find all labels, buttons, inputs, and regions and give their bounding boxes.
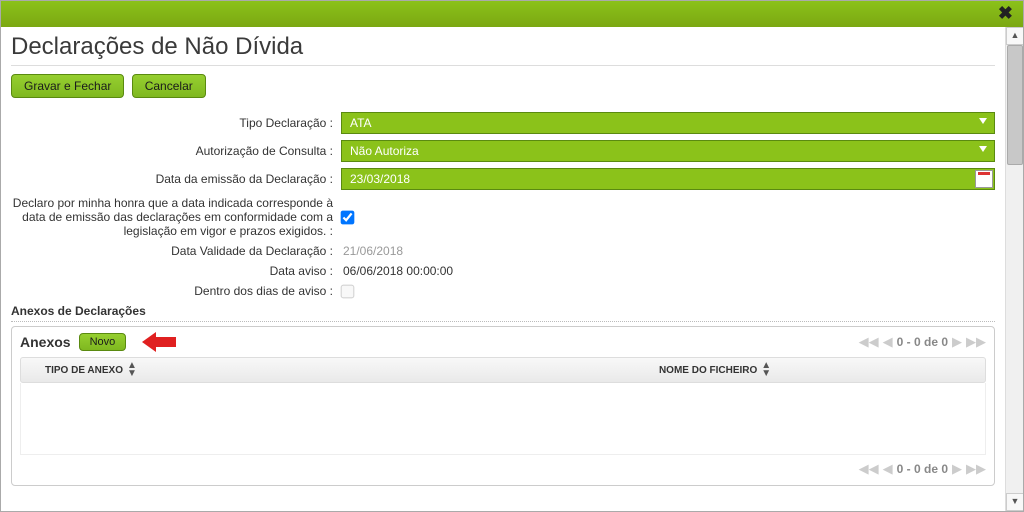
- pager-next-icon[interactable]: ▶: [952, 334, 962, 350]
- col-nome-ficheiro[interactable]: NOME DO FICHEIRO ▲▼: [445, 358, 985, 382]
- section-anexos-declaracoes: Anexos de Declarações: [11, 304, 995, 322]
- checkbox-dentro-dias: [341, 284, 355, 298]
- pager-text-bottom: 0 - 0 de 0: [897, 462, 948, 476]
- scroll-thumb[interactable]: [1007, 45, 1023, 165]
- modal-window: ✖ Declarações de Não Dívida Gravar e Fec…: [0, 0, 1024, 512]
- pager-text-top: 0 - 0 de 0: [897, 335, 948, 349]
- col-nome-ficheiro-label: NOME DO FICHEIRO: [659, 365, 757, 376]
- anexos-title: Anexos: [20, 334, 71, 350]
- pager-top: ◀◀ ◀ 0 - 0 de 0 ▶ ▶▶: [859, 334, 986, 350]
- pager-last-icon[interactable]: ▶▶: [966, 461, 986, 477]
- label-validade: Data Validade da Declaração :: [11, 244, 341, 258]
- checkbox-declaro[interactable]: [341, 210, 355, 224]
- label-declaro: Declaro por minha honra que a data indic…: [11, 196, 341, 238]
- new-anexo-button[interactable]: Novo: [79, 333, 127, 351]
- value-aviso: 06/06/2018 00:00:00: [341, 264, 453, 278]
- label-dentro-dias: Dentro dos dias de aviso :: [11, 284, 341, 298]
- form-area: Tipo Declaração : ATA Autorização de Con…: [11, 112, 995, 298]
- pager-bottom: ◀◀ ◀ 0 - 0 de 0 ▶ ▶▶: [859, 461, 986, 477]
- arrow-left-icon: [142, 333, 176, 351]
- pager-first-icon[interactable]: ◀◀: [859, 461, 879, 477]
- label-data-emissao: Data da emissão da Declaração :: [11, 172, 341, 186]
- pager-last-icon[interactable]: ▶▶: [966, 334, 986, 350]
- label-tipo-declaracao: Tipo Declaração :: [11, 116, 341, 130]
- select-autorizacao-value: Não Autoriza: [341, 140, 995, 162]
- input-data-emissao-value: 23/03/2018: [341, 168, 995, 190]
- pager-next-icon[interactable]: ▶: [952, 461, 962, 477]
- vertical-scrollbar[interactable]: ▲ ▼: [1005, 27, 1023, 511]
- divider: [11, 65, 995, 66]
- label-autorizacao: Autorização de Consulta :: [11, 144, 341, 158]
- calendar-icon[interactable]: [975, 170, 993, 188]
- input-data-emissao[interactable]: 23/03/2018: [341, 168, 995, 190]
- chevron-down-icon: [979, 146, 987, 152]
- col-tipo-anexo-label: TIPO DE ANEXO: [45, 365, 123, 376]
- select-tipo-declaracao-value: ATA: [341, 112, 995, 134]
- sort-icon: ▲▼: [127, 362, 137, 378]
- col-tipo-anexo[interactable]: TIPO DE ANEXO ▲▼: [21, 358, 445, 382]
- scroll-up-icon[interactable]: ▲: [1006, 27, 1024, 45]
- pager-first-icon[interactable]: ◀◀: [859, 334, 879, 350]
- anexos-panel: Anexos Novo ◀◀ ◀ 0 - 0 de 0 ▶ ▶▶ TIPO DE…: [11, 326, 995, 486]
- modal-body: Declarações de Não Dívida Gravar e Fecha…: [1, 27, 1005, 511]
- scroll-down-icon[interactable]: ▼: [1006, 493, 1024, 511]
- grid-body-empty: [20, 383, 986, 455]
- value-validade: 21/06/2018: [341, 244, 403, 258]
- grid-header: TIPO DE ANEXO ▲▼ NOME DO FICHEIRO ▲▼: [20, 357, 986, 383]
- pager-prev-icon[interactable]: ◀: [883, 334, 893, 350]
- label-aviso: Data aviso :: [11, 264, 341, 278]
- select-autorizacao[interactable]: Não Autoriza: [341, 140, 995, 162]
- toolbar: Gravar e Fechar Cancelar: [11, 74, 995, 98]
- save-close-button[interactable]: Gravar e Fechar: [11, 74, 124, 98]
- select-tipo-declaracao[interactable]: ATA: [341, 112, 995, 134]
- page-title: Declarações de Não Dívida: [11, 33, 995, 61]
- chevron-down-icon: [979, 118, 987, 124]
- pager-prev-icon[interactable]: ◀: [883, 461, 893, 477]
- close-icon[interactable]: ✖: [998, 3, 1013, 24]
- sort-icon: ▲▼: [761, 362, 771, 378]
- modal-header-bar: ✖: [1, 1, 1023, 27]
- cancel-button[interactable]: Cancelar: [132, 74, 206, 98]
